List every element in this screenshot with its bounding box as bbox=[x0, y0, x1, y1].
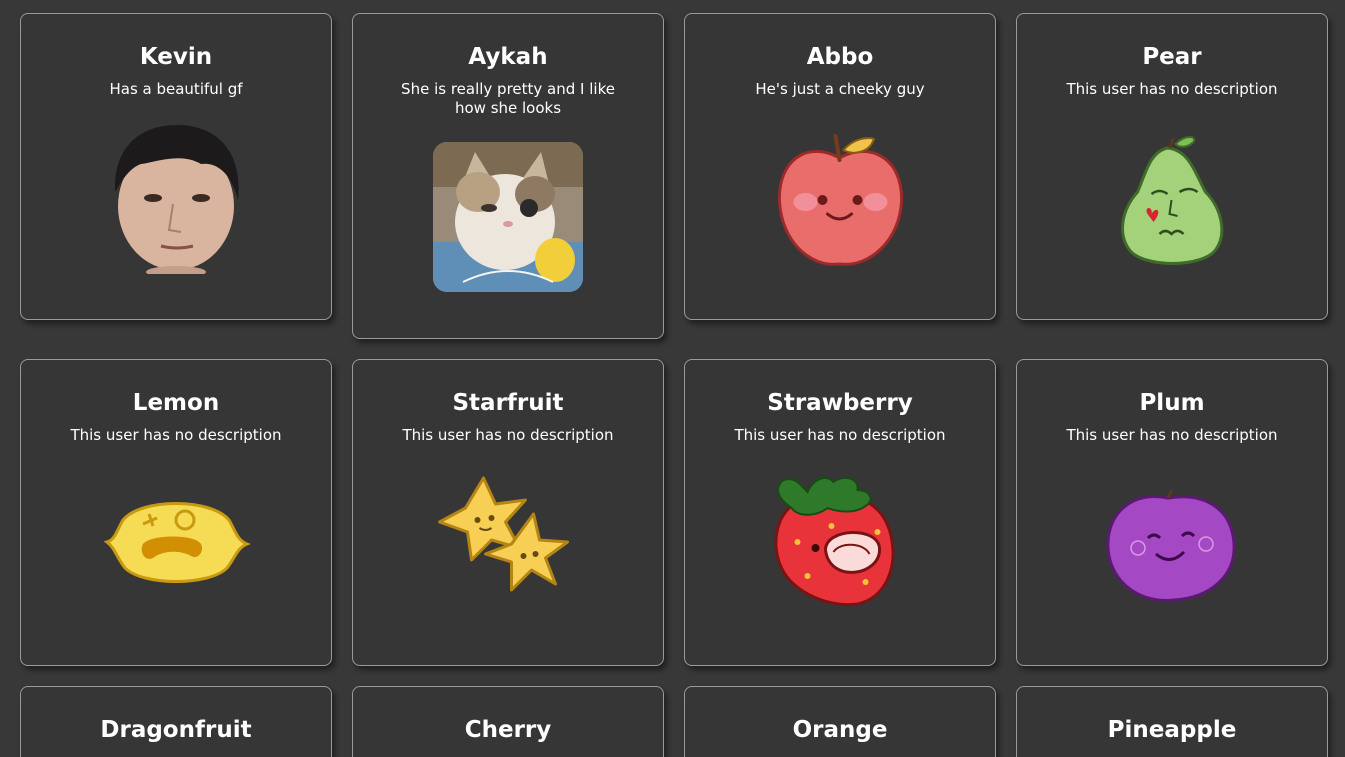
user-card-aykah[interactable]: Aykah She is really pretty and I like ho… bbox=[352, 13, 664, 339]
user-name: Orange bbox=[792, 717, 888, 743]
user-card-strawberry[interactable]: Strawberry This user has no description bbox=[684, 359, 996, 666]
user-name: Plum bbox=[1139, 390, 1205, 416]
user-description: This user has no description bbox=[70, 426, 282, 444]
user-card-lemon[interactable]: Lemon This user has no description bbox=[20, 359, 332, 666]
user-name: Kevin bbox=[139, 44, 213, 70]
user-description: Has a beautiful gf bbox=[109, 80, 243, 98]
user-description: This user has no description bbox=[402, 426, 614, 444]
lemon-icon bbox=[101, 490, 251, 590]
apple-icon bbox=[768, 130, 913, 275]
user-name: Strawberry bbox=[767, 390, 913, 416]
user-description: He's just a cheeky guy bbox=[755, 80, 925, 98]
cat-photo bbox=[433, 142, 583, 292]
user-card-grid: Kevin Has a beautiful gf Aykah She is re… bbox=[0, 0, 1345, 757]
user-description: This user has no description bbox=[734, 426, 946, 444]
user-card-pear[interactable]: Pear This user has no description bbox=[1016, 13, 1328, 320]
pear-icon bbox=[1110, 134, 1235, 269]
starfruit-icon bbox=[436, 474, 581, 609]
user-name: Cherry bbox=[464, 717, 552, 743]
plum-icon bbox=[1102, 488, 1242, 606]
user-description: This user has no description bbox=[1066, 426, 1278, 444]
user-card-dragonfruit[interactable]: Dragonfruit bbox=[20, 686, 332, 757]
user-card-orange[interactable]: Orange bbox=[684, 686, 996, 757]
user-name: Aykah bbox=[468, 44, 548, 70]
user-card-pineapple[interactable]: Pineapple bbox=[1016, 686, 1328, 757]
user-card-abbo[interactable]: Abbo He's just a cheeky guy bbox=[684, 13, 996, 320]
user-name: Dragonfruit bbox=[100, 717, 252, 743]
user-card-starfruit[interactable]: Starfruit This user has no description bbox=[352, 359, 664, 666]
user-name: Pineapple bbox=[1107, 717, 1237, 743]
user-description: This user has no description bbox=[1066, 80, 1278, 98]
boy-face-photo bbox=[101, 122, 251, 274]
strawberry-icon bbox=[768, 472, 913, 612]
user-name: Abbo bbox=[806, 44, 874, 70]
user-name: Starfruit bbox=[452, 390, 564, 416]
user-name: Pear bbox=[1142, 44, 1202, 70]
user-name: Lemon bbox=[132, 390, 220, 416]
user-card-kevin[interactable]: Kevin Has a beautiful gf bbox=[20, 13, 332, 320]
user-card-cherry[interactable]: Cherry bbox=[352, 686, 664, 757]
user-description: She is really pretty and I like how she … bbox=[401, 80, 615, 117]
user-card-plum[interactable]: Plum This user has no description bbox=[1016, 359, 1328, 666]
